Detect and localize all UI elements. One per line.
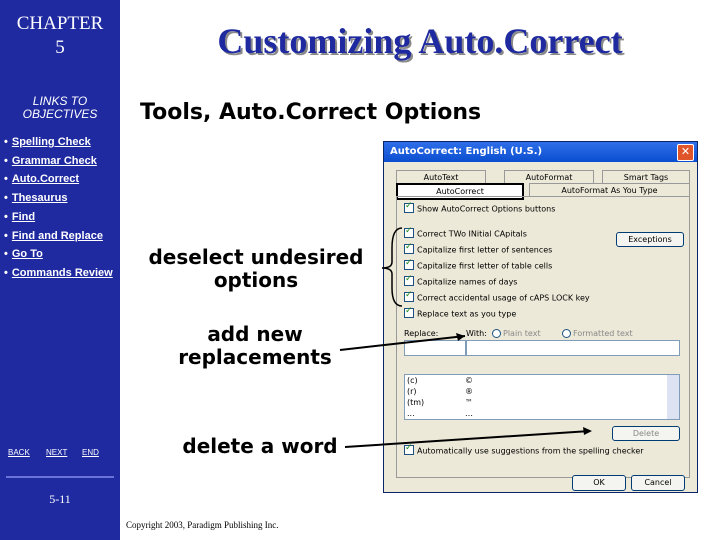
with-label: With: (466, 329, 487, 338)
dialog-titlebar[interactable]: AutoCorrect: English (U.S.) ✕ (384, 142, 697, 162)
link-go-to[interactable]: Go To (12, 248, 43, 260)
option-capitalize-sentences[interactable]: Capitalize first letter of sentences (404, 242, 553, 255)
formatted-text-radio[interactable]: Formatted text (562, 329, 633, 338)
with-cell: ™ (465, 398, 473, 407)
callout-delete: delete a word (182, 434, 338, 458)
link-find[interactable]: Find (12, 211, 35, 223)
link-find-replace[interactable]: Find and Replace (12, 230, 103, 242)
checkbox-icon[interactable] (404, 201, 414, 213)
chapter-number: 5 (55, 37, 65, 58)
sidebar-divider (6, 476, 114, 478)
link-item: • Go To (4, 248, 43, 261)
option-label: Correct accidental usage of cAPS LOCK ke… (417, 293, 590, 303)
callout-deselect-line1: deselect undesired (148, 245, 364, 269)
replace-cell: ... (407, 409, 415, 418)
copyright: Copyright 2003, Paradigm Publishing Inc. (126, 520, 279, 530)
radio-label: Plain text (503, 329, 541, 338)
link-item: • Spelling Check (4, 136, 91, 148)
replace-label: Replace: (404, 329, 439, 338)
callout-deselect-line2: options (213, 268, 299, 292)
dialog-title: AutoCorrect: English (U.S.) (390, 146, 543, 157)
callout-add: add new replacements (150, 323, 360, 369)
links-title-line2: OBJECTIVES (22, 107, 98, 121)
option-label: Automatically use suggestions from the s… (417, 446, 644, 456)
checkbox-icon[interactable] (404, 290, 414, 302)
replace-as-you-type-option[interactable]: Replace text as you type (404, 306, 517, 319)
replace-cell: (r) (407, 387, 417, 396)
close-icon[interactable]: ✕ (677, 144, 694, 161)
option-capitalize-days[interactable]: Capitalize names of days (404, 274, 518, 287)
option-capitalize-table-cells[interactable]: Capitalize first letter of table cells (404, 258, 553, 271)
links-title: LINKS TO OBJECTIVES (0, 95, 120, 121)
link-item: • Find and Replace (4, 229, 103, 242)
link-item: • Thesaurus (4, 192, 68, 205)
radio-icon[interactable] (492, 329, 501, 338)
option-label: Replace text as you type (417, 309, 517, 319)
back-button[interactable]: BACK (8, 448, 30, 457)
link-item: • Commands Review (4, 266, 113, 279)
end-button[interactable]: END (82, 448, 99, 457)
show-buttons-option[interactable]: Show AutoCorrect Options buttons (404, 201, 556, 214)
link-item: • Grammar Check (4, 154, 97, 167)
callout-deselect: deselect undesired options (136, 246, 376, 292)
link-grammar-check[interactable]: Grammar Check (12, 155, 97, 167)
link-autocorrect[interactable]: Auto.Correct (12, 173, 79, 185)
ok-button[interactable]: OK (572, 475, 626, 491)
option-label: Correct TWo INitial CApitals (417, 229, 527, 239)
tab-autoformat[interactable]: AutoFormat (504, 170, 594, 184)
list-item[interactable]: (r) ® (405, 386, 679, 397)
objective-links: • Spelling Check • Grammar Check • Auto.Cor… (4, 133, 113, 283)
auto-suggest-option[interactable]: Automatically use suggestions from the s… (404, 443, 644, 456)
option-label: Capitalize first letter of sentences (417, 245, 553, 255)
plain-text-radio[interactable]: Plain text (492, 329, 541, 338)
slide-subtitle: Tools, Auto.Correct Options (140, 100, 482, 125)
option-label: Capitalize first letter of table cells (417, 261, 553, 271)
tab-smart-tags[interactable]: Smart Tags (602, 170, 690, 184)
option-label: Capitalize names of days (417, 277, 518, 287)
checkbox-icon[interactable] (404, 242, 414, 254)
with-input[interactable] (466, 340, 680, 356)
checkbox-icon[interactable] (404, 258, 414, 270)
with-cell: … (465, 409, 473, 418)
callout-add-line1: add new (207, 322, 303, 346)
autocorrect-dialog: AutoCorrect: English (U.S.) ✕ AutoText A… (383, 141, 698, 493)
next-button[interactable]: NEXT (46, 448, 67, 457)
chapter-label: CHAPTER 5 (0, 12, 120, 60)
tab-autotext[interactable]: AutoText (396, 170, 486, 184)
sidebar: CHAPTER 5 LINKS TO OBJECTIVES • Spelling … (0, 0, 120, 540)
list-scrollbar[interactable] (667, 375, 679, 419)
option-two-initial-caps[interactable]: Correct TWo INitial CApitals (404, 226, 527, 239)
replace-input[interactable] (404, 340, 466, 356)
delete-button[interactable]: Delete (612, 426, 680, 441)
link-thesaurus[interactable]: Thesaurus (12, 192, 68, 204)
list-item[interactable]: (c) © (405, 375, 679, 386)
cancel-button[interactable]: Cancel (631, 475, 685, 491)
replace-cell: (tm) (407, 398, 425, 407)
callout-add-line2: replacements (178, 345, 332, 369)
checkbox-icon[interactable] (404, 226, 414, 238)
replacement-list[interactable]: (c) © (r) ® (tm) ™ ... … (404, 374, 680, 420)
checkbox-icon[interactable] (404, 443, 414, 455)
with-cell: ® (465, 387, 473, 396)
link-item: • Auto.Correct (4, 173, 80, 186)
radio-label: Formatted text (573, 329, 633, 338)
list-item[interactable]: (tm) ™ (405, 397, 679, 408)
page-number: 5-11 (49, 492, 71, 506)
tab-autoformat-as-you-type[interactable]: AutoFormat As You Type (529, 183, 690, 197)
replace-cell: (c) (407, 376, 418, 385)
checkbox-icon[interactable] (404, 306, 414, 318)
option-caps-lock[interactable]: Correct accidental usage of cAPS LOCK ke… (404, 290, 590, 303)
radio-icon[interactable] (562, 329, 571, 338)
link-commands-review[interactable]: Commands Review (12, 267, 113, 279)
list-item[interactable]: ... … (405, 408, 679, 419)
link-item: • Find (4, 210, 36, 223)
chapter-word: CHAPTER (16, 13, 104, 34)
checkbox-icon[interactable] (404, 274, 414, 286)
exceptions-button[interactable]: Exceptions (616, 232, 684, 247)
slide-title: Customizing Auto.Correct (217, 21, 623, 61)
option-label: Show AutoCorrect Options buttons (417, 204, 556, 214)
with-cell: © (465, 376, 473, 385)
link-spelling-check[interactable]: Spelling Check (12, 136, 91, 148)
